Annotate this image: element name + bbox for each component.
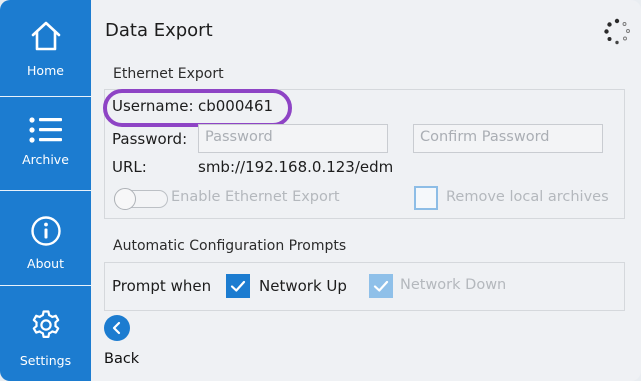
prompts-section-label: Automatic Configuration Prompts <box>113 238 347 254</box>
list-icon <box>29 117 62 143</box>
remove-archives-label: Remove local archives <box>446 189 609 205</box>
network-down-label: Network Down <box>400 277 507 293</box>
check-icon <box>373 280 389 292</box>
chevron-left-icon <box>112 321 121 335</box>
back-button[interactable] <box>104 315 130 341</box>
network-up-checkbox[interactable] <box>226 274 250 298</box>
check-icon <box>230 280 246 292</box>
enable-ethernet-toggle[interactable] <box>114 188 168 210</box>
remove-archives-checkbox[interactable] <box>414 186 438 210</box>
home-icon <box>31 21 61 51</box>
sidebar-item-home[interactable]: Home <box>0 0 91 96</box>
password-input[interactable]: Password <box>198 124 388 153</box>
username-highlight <box>103 89 292 127</box>
toggle-knob <box>114 188 136 210</box>
network-up-label: Network Up <box>259 277 347 295</box>
sidebar: Home Archive About Settings <box>0 0 91 381</box>
loading-spinner-icon <box>604 18 630 45</box>
prompt-when-label: Prompt when <box>112 277 212 295</box>
confirm-password-input[interactable]: Confirm Password <box>413 124 603 153</box>
url-value: smb://192.168.0.123/edm <box>198 158 394 176</box>
sidebar-item-label: Home <box>27 63 64 78</box>
sidebar-item-label: About <box>27 256 64 271</box>
sidebar-item-about[interactable]: About <box>0 191 91 285</box>
sidebar-item-archive[interactable]: Archive <box>0 97 91 190</box>
gear-icon <box>32 310 60 338</box>
back-label[interactable]: Back <box>104 351 139 367</box>
page-title: Data Export <box>105 20 213 41</box>
network-down-checkbox[interactable] <box>369 274 393 298</box>
password-label: Password: <box>112 130 188 148</box>
sidebar-item-label: Archive <box>22 152 69 167</box>
info-icon <box>31 216 61 246</box>
url-label: URL: <box>112 158 147 176</box>
sidebar-item-settings[interactable]: Settings <box>0 286 91 381</box>
enable-ethernet-label: Enable Ethernet Export <box>171 189 340 205</box>
ethernet-section-label: Ethernet Export <box>113 66 224 82</box>
app-frame: Home Archive About Settings Data Export … <box>0 0 641 381</box>
sidebar-item-label: Settings <box>19 353 72 368</box>
